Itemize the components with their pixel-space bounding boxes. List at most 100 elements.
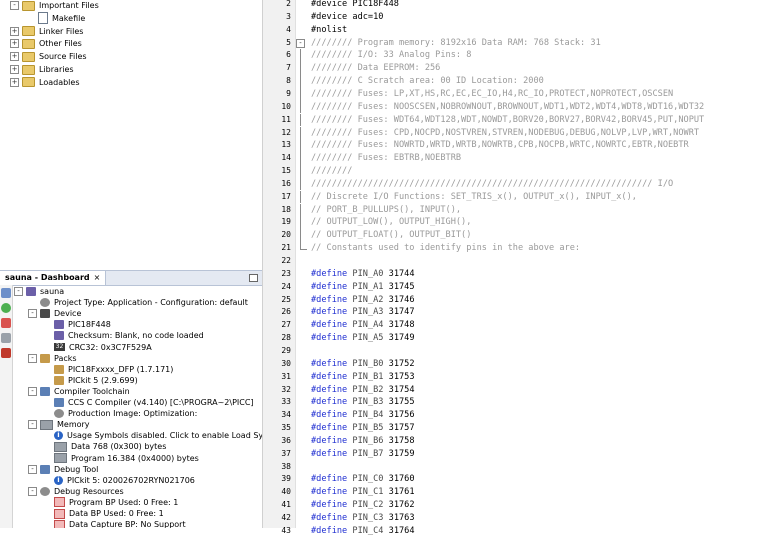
project-tree-item[interactable]: + Libraries [10,63,74,76]
code-line[interactable]: 22 [263,255,768,268]
code-line[interactable]: 23 #define PIN_A0 31744 [263,268,768,281]
expand-icon[interactable]: + [10,26,19,36]
memory-icon [40,419,53,430]
line-number: 43 [281,525,291,535]
code-line[interactable]: 39 #define PIN_C0 31760 [263,473,768,486]
code-line[interactable]: 17 // Discrete I/O Functions: SET_TRIS_x(… [263,190,768,204]
code-text: #define PIN_A2 31746 [311,294,415,305]
code-line[interactable]: 9 //////// Fuses: LP,XT,HS,RC,EC,EC_IO,H4… [263,87,768,101]
code-line[interactable]: 40 #define PIN_C1 31761 [263,486,768,499]
collapse-icon[interactable]: - [28,486,37,496]
code-line[interactable]: 36 #define PIN_B6 31758 [263,435,768,448]
code-line[interactable]: 42 #define PIN_C3 31763 [263,512,768,525]
line-number: 25 [281,294,291,304]
dashboard-tree-item-label: Packs [54,353,77,363]
collapse-icon[interactable]: - [10,1,19,10]
code-line[interactable]: 8 //////// C Scratch area: 00 ID Location… [263,75,768,88]
code-line[interactable]: 13 //////// Fuses: NOWRTD,WRTD,WRTB,NOWRT… [263,139,768,152]
line-number: 24 [281,281,291,291]
code-line[interactable]: 30 #define PIN_B0 31752 [263,358,768,371]
collapse-icon[interactable]: - [28,309,37,319]
dashboard-tree-item-label: CCS C Compiler (v4.140) [C:\PROGRA~2\PIC… [68,398,254,407]
code-line[interactable]: 7 //////// Data EEPROM: 256 [263,62,768,75]
code-line[interactable]: 26 #define PIN_A3 31747 [263,306,768,319]
line-number: 32 [281,384,291,394]
code-line[interactable]: 19 // OUTPUT_LOW(), OUTPUT_HIGH(), [263,216,768,230]
close-icon[interactable]: × [94,273,101,282]
project-tree-item[interactable]: + Loadables [10,76,79,89]
code-line[interactable]: 27 #define PIN_A4 31748 [263,319,768,332]
code-line[interactable]: 11 //////// Fuses: WDT64,WDT128,WDT,NOWDT… [263,113,768,127]
collapse-icon[interactable]: - [14,287,23,296]
code-line[interactable]: 10 //////// Fuses: NOOSCSEN,NOBROWNOUT,BR… [263,100,768,114]
code-line[interactable]: 2 #device PIC18F448 [263,0,768,11]
fold-collapse-icon[interactable]: - [296,39,305,49]
code-text: //////// Fuses: NOOSCSEN,NOBROWNOUT,BROW… [311,101,705,112]
code-text: #define PIN_A5 31749 [311,333,415,344]
code-line[interactable]: 21 // Constants used to identify pins in … [263,242,768,255]
code-line[interactable]: 32 #define PIN_B2 31754 [263,384,768,397]
code-text: // PORT_B_PULLUPS(), INPUT(), [311,204,462,215]
chip-icon [54,320,64,330]
project-tree-item[interactable]: + Other Files [10,37,82,50]
line-number: 3 [286,11,291,21]
code-line[interactable]: 43 #define PIN_C4 31764 [263,525,768,537]
debug-icon[interactable] [1,318,11,328]
code-line[interactable]: 28 #define PIN_A5 31749 [263,332,768,345]
code-text: #define PIN_B6 31758 [311,435,415,446]
fold-end [300,242,307,250]
pdf-icon[interactable] [1,348,11,358]
code-line[interactable]: 18 // PORT_B_PULLUPS(), INPUT(), [263,203,768,217]
project-tree-item[interactable]: + Source Files [10,50,87,63]
collapse-icon[interactable]: - [28,353,37,363]
dashboard-tree: - sauna Project Type: Application - Config… [12,285,262,528]
project-tree-item[interactable]: + Linker Files [10,25,83,38]
folder-icon [22,64,35,75]
code-line[interactable]: 37 #define PIN_B7 31759 [263,448,768,461]
code-line[interactable]: 3 #device adc=10 [263,11,768,24]
expand-icon[interactable]: + [10,77,19,87]
line-number: 13 [281,140,291,150]
code-line[interactable]: 24 #define PIN_A1 31745 [263,281,768,294]
dashboard-tree-item[interactable]: Data Capture BP: No Support [42,518,186,528]
code-text: ////////////////////////////////////////… [311,178,674,189]
memory-icon[interactable] [1,333,11,343]
tool-icon [40,386,50,396]
project-tree-item[interactable]: - Important Files [10,0,99,12]
collapse-icon[interactable]: - [28,420,37,430]
code-line[interactable]: 34 #define PIN_B4 31756 [263,409,768,422]
code-editor[interactable]: 2 #device PIC18F448 3 #device adc=10 4 #nolis… [262,0,768,536]
line-number: 35 [281,423,291,433]
properties-icon[interactable] [1,288,11,298]
refresh-icon[interactable] [1,303,11,313]
code-text: //////// Data EEPROM: 256 [311,63,441,74]
code-line[interactable]: 31 #define PIN_B1 31753 [263,371,768,384]
code-line[interactable]: 5-//////// Program memory: 8192x16 Data … [263,37,768,50]
dashboard-tree-item-label: Data Capture BP: No Support [69,520,186,528]
code-line[interactable]: 12 //////// Fuses: CPD,NOCPD,NOSTVREN,STV… [263,126,768,140]
dashboard-tree-item-label: Usage Symbols disabled. Click to enable … [67,431,262,441]
code-line[interactable]: 25 #define PIN_A2 31746 [263,294,768,307]
minimize-icon[interactable] [249,274,258,282]
expand-icon[interactable]: + [10,52,19,62]
code-line[interactable]: 4 #nolist [263,24,768,37]
expand-icon[interactable]: + [10,65,19,74]
code-line[interactable]: 20 // OUTPUT_FLOAT(), OUTPUT_BIT() [263,229,768,242]
collapse-icon[interactable]: - [28,386,37,396]
dashboard-tab-label: sauna - Dashboard [5,273,90,282]
code-line[interactable]: 15 //////// [263,165,768,178]
code-line[interactable]: 6 //////// I/O: 33 Analog Pins: 8 [263,49,768,62]
code-line[interactable]: 41 #define PIN_C2 31762 [263,499,768,512]
code-line[interactable]: 29 [263,345,768,358]
code-line[interactable]: 14 //////// Fuses: EBTRB,NOEBTRB [263,152,768,165]
collapse-icon[interactable]: - [28,464,37,474]
project-tree-item[interactable]: Makefile [26,12,85,25]
code-line[interactable]: 33 #define PIN_B3 31755 [263,396,768,409]
expand-icon[interactable]: + [10,39,19,49]
line-number: 42 [281,513,291,522]
code-line[interactable]: 38 [263,461,768,474]
code-line[interactable]: 16 //////////////////////////////////////… [263,177,768,191]
dashboard-tab[interactable]: sauna - Dashboard × [0,271,107,285]
code-text: #define PIN_B0 31752 [311,358,415,369]
code-line[interactable]: 35 #define PIN_B5 31757 [263,422,768,435]
